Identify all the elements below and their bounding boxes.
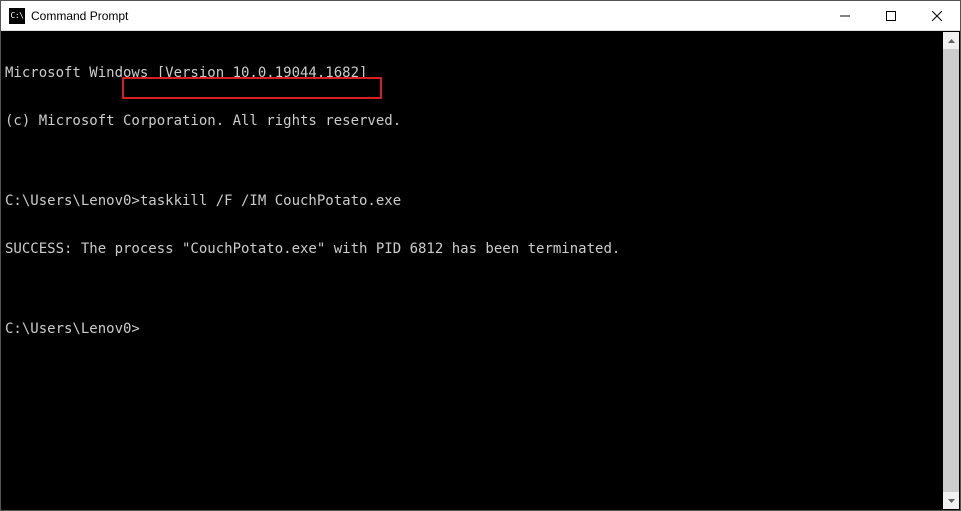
vertical-scrollbar[interactable] [943,32,959,509]
cmd-icon-glyph: C:\ [11,12,24,20]
prompt-text: C:\Users\Lenov0> [5,321,140,337]
maximize-icon [886,11,896,21]
scrollbar-thumb[interactable] [943,49,959,492]
terminal-line: C:\Users\Lenov0>taskkill /F /IM CouchPot… [5,193,956,209]
close-icon [932,11,942,21]
terminal-area[interactable]: Microsoft Windows [Version 10.0.19044.16… [1,31,960,510]
cursor [140,323,148,337]
chevron-down-icon [948,499,955,503]
scrollbar-track[interactable] [943,49,959,492]
chevron-up-icon [948,39,955,43]
terminal-line: SUCCESS: The process "CouchPotato.exe" w… [5,241,956,257]
command-prompt-window: C:\ Command Prompt Microsoft Windows [Ve… [0,0,961,511]
titlebar[interactable]: C:\ Command Prompt [1,1,960,31]
scrollbar-down-button[interactable] [943,492,959,509]
terminal-line: Microsoft Windows [Version 10.0.19044.16… [5,65,956,81]
minimize-button[interactable] [822,1,868,30]
close-button[interactable] [914,1,960,30]
window-title: Command Prompt [31,9,822,23]
window-controls [822,1,960,30]
scrollbar-up-button[interactable] [943,32,959,49]
maximize-button[interactable] [868,1,914,30]
cmd-icon: C:\ [9,8,25,24]
terminal-prompt: C:\Users\Lenov0> [5,321,956,337]
minimize-icon [840,11,850,21]
terminal-line: (c) Microsoft Corporation. All rights re… [5,113,956,129]
